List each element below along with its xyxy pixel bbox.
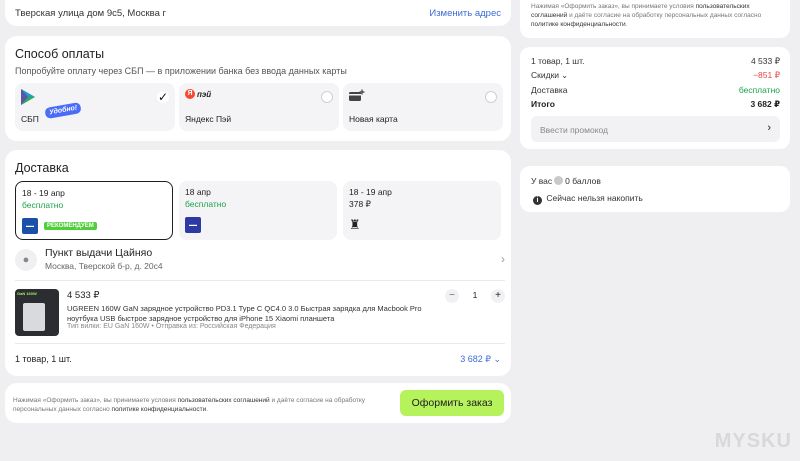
points-prefix: У вас (531, 176, 553, 186)
increase-button[interactable]: + (491, 289, 505, 303)
summary-label: Итого (531, 99, 555, 109)
summary-row-total: Итого 3 682 ₽ (531, 99, 780, 109)
right-order-panel-top: Нажимая «Оформить заказ», вы принимаете … (520, 0, 790, 38)
points-balance: У вас 0 баллов (531, 176, 601, 186)
summary-value: −851 ₽ (753, 70, 780, 80)
delivery-summary-price[interactable]: 3 682 ₽ ⌄ (460, 354, 501, 365)
terms-note: Нажимая «Оформить заказ», вы принимаете … (531, 2, 786, 29)
points-coin-icon (554, 176, 564, 185)
chevron-right-icon: › (501, 252, 505, 266)
product-image-tag: GaN 160W (17, 291, 37, 296)
pickup-point-row[interactable]: ● Пункт выдачи Цайняо Москва, Тверской б… (15, 247, 505, 273)
product-meta: Тип вилки: EU GaN 160W • Отправка из: Ро… (67, 323, 276, 330)
terms-text: и даёте согласие на обработку персональн… (567, 12, 762, 19)
sbp-badge: Удобно! (44, 101, 83, 120)
delivery-option-3[interactable]: 18 - 19 апр 378 ₽ ♜ (343, 181, 501, 240)
payment-option-label: СБП (21, 114, 39, 124)
card-plus-icon (349, 89, 365, 107)
points-value: 0 баллов (565, 176, 601, 186)
pickup-point-address: Москва, Тверской б-р, д. 20с4 (45, 261, 163, 271)
address-card: Тверская улица дом 9с5, Москва г Изменит… (5, 0, 511, 26)
product-price: 4 533 ₽ (67, 290, 100, 301)
payment-card: Способ оплаты Попробуйте оплату через СБ… (5, 36, 511, 141)
payment-subtitle: Попробуйте оплату через СБП — в приложен… (15, 66, 347, 76)
check-icon: ✓ (157, 90, 169, 104)
privacy-policy-link[interactable]: политике конфиденциальности (112, 406, 207, 413)
courier-icon: ♜ (349, 217, 361, 232)
carrier-logo-icon: ▬▬ (22, 218, 38, 234)
delivery-date: 18 - 19 апр (349, 187, 392, 197)
payment-title: Способ оплаты (15, 47, 105, 61)
delivery-date: 18 - 19 апр (22, 188, 65, 198)
product-title[interactable]: UGREEN 160W GaN зарядное устройство PD3.… (67, 304, 427, 324)
charger-image-shape (23, 303, 45, 331)
delivery-option-1[interactable]: 18 - 19 апр бесплатно ▬▬ РЕКОМЕНДУЕМ (15, 181, 173, 240)
promo-code-placeholder: Ввести промокод (540, 125, 609, 135)
radio-icon[interactable] (485, 91, 497, 103)
russian-post-logo-icon: ▬▬ (185, 217, 201, 233)
chevron-down-icon: ⌄ (559, 71, 568, 80)
delivery-price: бесплатно (22, 200, 64, 210)
delivery-summary-label: 1 товар, 1 шт. (15, 354, 72, 364)
delivery-title: Доставка (15, 161, 69, 175)
points-card: У вас 0 баллов i Сейчас нельзя накопить (520, 166, 790, 212)
summary-value: 4 533 ₽ (750, 56, 780, 66)
summary-row-items: 1 товар, 1 шт. 4 533 ₽ (531, 56, 780, 66)
delivery-date: 18 апр (185, 187, 211, 197)
summary-label: Скидки (531, 70, 560, 80)
decrease-button[interactable]: − (445, 289, 459, 303)
payment-option-sbp[interactable]: Удобно! СБП ✓ (15, 83, 175, 131)
delivery-summary-price-value: 3 682 ₽ (460, 354, 491, 364)
user-agreement-link[interactable]: пользовательских соглашений (178, 397, 270, 404)
checkout-bar: Нажимая «Оформить заказ», вы принимаете … (5, 383, 511, 423)
summary-label: 1 товар, 1 шт. (531, 56, 585, 66)
delivery-option-2[interactable]: 18 апр бесплатно ▬▬ (179, 181, 337, 240)
payment-option-new-card[interactable]: Новая карта (343, 83, 503, 131)
yandex-pay-brand: пэй (197, 89, 212, 99)
terms-text: . (206, 406, 209, 413)
delivery-price: 378 ₽ (349, 199, 371, 209)
yandex-pay-logo-icon: Я пэй (185, 89, 211, 99)
location-pin-icon: ● (15, 249, 37, 271)
info-icon[interactable]: i (533, 196, 542, 205)
product-image[interactable]: GaN 160W (15, 289, 59, 336)
quantity-stepper: − 1 + (445, 289, 505, 303)
chevron-down-icon: ⌄ (490, 354, 501, 364)
place-order-button[interactable]: Оформить заказ (400, 390, 504, 416)
payment-option-label: Новая карта (349, 114, 398, 124)
watermark: MYSKU (714, 430, 792, 452)
delivery-card: Доставка 18 - 19 апр бесплатно ▬▬ РЕКОМЕ… (5, 150, 511, 376)
change-address-link[interactable]: Изменить адрес (429, 8, 501, 19)
promo-code-input[interactable]: Ввести промокод › (531, 116, 780, 142)
recommended-badge: РЕКОМЕНДУЕМ (44, 222, 97, 230)
sbp-logo-icon (21, 89, 35, 110)
summary-row-discounts[interactable]: Скидки ⌄ −851 ₽ (531, 70, 780, 80)
payment-option-label: Яндекс Пэй (185, 114, 232, 124)
payment-option-yandex-pay[interactable]: Я пэй Яндекс Пэй (179, 83, 339, 131)
summary-row-delivery: Доставка бесплатно (531, 85, 780, 95)
summary-label: Доставка (531, 85, 568, 95)
privacy-policy-link[interactable]: политике конфиденциальности (531, 21, 626, 28)
address-text: Тверская улица дом 9с5, Москва г (15, 8, 166, 19)
quantity-value: 1 (472, 290, 478, 300)
points-info-text: Сейчас нельзя накопить (546, 193, 643, 203)
radio-icon[interactable] (321, 91, 333, 103)
chevron-right-icon: › (767, 122, 771, 134)
points-info: i Сейчас нельзя накопить (531, 193, 643, 205)
summary-value: 3 682 ₽ (750, 99, 780, 109)
divider (15, 280, 505, 281)
pickup-point-name: Пункт выдачи Цайняо (45, 247, 153, 259)
order-summary-card: 1 товар, 1 шт. 4 533 ₽ Скидки ⌄ −851 ₽ Д… (520, 47, 790, 149)
terms-note: Нажимая «Оформить заказ», вы принимаете … (13, 396, 393, 414)
terms-text: Нажимая «Оформить заказ», вы принимаете … (531, 3, 696, 10)
terms-text: Нажимая «Оформить заказ», вы принимаете … (13, 397, 178, 404)
delivery-price: бесплатно (185, 199, 227, 209)
terms-text: . (625, 21, 628, 28)
summary-value: бесплатно (738, 85, 780, 95)
divider (15, 343, 505, 344)
